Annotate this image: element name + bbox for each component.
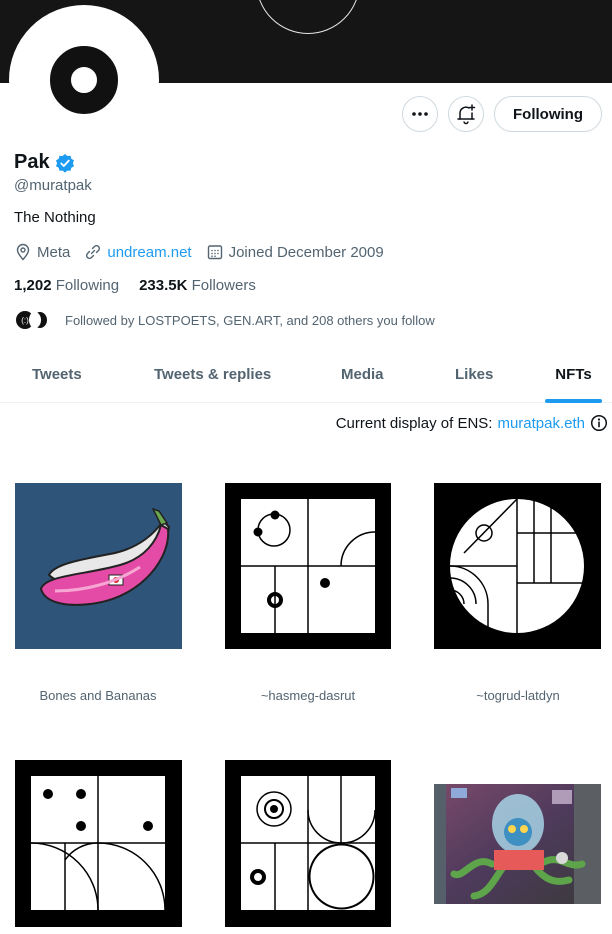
- handle: @muratpak: [14, 177, 92, 194]
- followers-count: 233.5K: [139, 277, 188, 294]
- following-button[interactable]: Following: [494, 96, 602, 132]
- joined-date: Joined December 2009: [206, 243, 384, 261]
- profile-stats: 1,202 Following 233.5K Followers: [14, 277, 276, 294]
- mutual-avatar-genart: [29, 309, 51, 331]
- bell-plus-icon: [457, 104, 476, 125]
- nft-card-bones-and-bananas[interactable]: [15, 483, 182, 649]
- tab-label: Tweets & replies: [154, 365, 272, 383]
- tab-label: Media: [341, 365, 384, 383]
- banner-circle-graphic: [256, 0, 360, 34]
- nft-card-arches[interactable]: [225, 760, 391, 927]
- tab-label: NFTs: [555, 365, 592, 383]
- more-button[interactable]: [402, 96, 439, 132]
- tab-label: Likes: [455, 365, 494, 383]
- avatar[interactable]: [9, 5, 159, 155]
- nft-card-graffiti[interactable]: [434, 784, 601, 904]
- bio: The Nothing: [14, 209, 96, 226]
- display-name: Pak: [14, 151, 50, 173]
- nft-caption: ~hasmeg-dasrut: [260, 688, 356, 703]
- following-stat[interactable]: 1,202 Following: [14, 277, 119, 294]
- profile-tabs: Tweets Tweets & replies Media Likes NFTs: [0, 345, 612, 403]
- website-link[interactable]: undream.net: [107, 244, 191, 261]
- tab-nfts[interactable]: NFTs: [545, 345, 602, 403]
- nft-image-dots-grid: [15, 760, 182, 927]
- following-count: 1,202: [14, 277, 52, 294]
- website[interactable]: undream.net: [84, 243, 192, 261]
- ens-link[interactable]: muratpak.eth: [497, 415, 585, 432]
- nft-image-banana: [15, 483, 182, 649]
- nft-card-hasmeg-dasrut[interactable]: [225, 483, 391, 649]
- nft-image-arches: [225, 760, 391, 927]
- link-icon: [86, 244, 101, 260]
- followers-stat[interactable]: 233.5K Followers: [139, 277, 256, 294]
- name-row: Pak: [14, 151, 75, 174]
- tab-label: Tweets: [32, 365, 82, 383]
- active-tab-indicator: [545, 399, 602, 403]
- verified-badge-icon: [55, 153, 74, 173]
- avatar-ring-graphic: [50, 46, 118, 114]
- followed-by-text: Followed by LOSTPOETS, GEN.ART, and 208 …: [65, 312, 435, 328]
- nft-caption: ~togrud-latdyn: [476, 688, 560, 703]
- more-icon: [412, 112, 428, 116]
- followers-label: Followers: [191, 277, 256, 294]
- followed-by[interactable]: (:) Followed by LOSTPOETS, GEN.ART, and …: [14, 309, 435, 331]
- nft-image-circle-lines: [434, 483, 601, 649]
- profile-actions: Following: [402, 96, 602, 132]
- tab-tweets-replies[interactable]: Tweets & replies: [154, 345, 271, 403]
- tab-tweets[interactable]: Tweets: [32, 345, 82, 403]
- ens-display: Current display of ENS: muratpak.eth: [336, 414, 608, 432]
- tab-media[interactable]: Media: [341, 345, 384, 403]
- tab-likes[interactable]: Likes: [455, 345, 493, 403]
- nft-caption: Bones and Bananas: [39, 688, 157, 703]
- nft-image-graffiti: [434, 784, 601, 904]
- following-label: Following: [55, 277, 120, 294]
- nft-card-togrud-latdyn[interactable]: [434, 483, 601, 649]
- mutual-avatars: (:): [14, 309, 51, 331]
- joined-text: Joined December 2009: [228, 243, 384, 261]
- calendar-icon: [207, 245, 222, 260]
- location: Meta: [14, 243, 70, 261]
- notify-button[interactable]: [448, 96, 485, 132]
- ens-prefix: Current display of ENS:: [335, 414, 493, 432]
- nft-image-grid-circles: [225, 483, 391, 649]
- nft-card-dots-grid[interactable]: [15, 760, 182, 927]
- info-icon[interactable]: [590, 414, 608, 432]
- location-text: Meta: [37, 243, 71, 261]
- profile-meta: Meta undream.net Joined December 2009: [14, 243, 398, 261]
- location-pin-icon: [16, 243, 30, 261]
